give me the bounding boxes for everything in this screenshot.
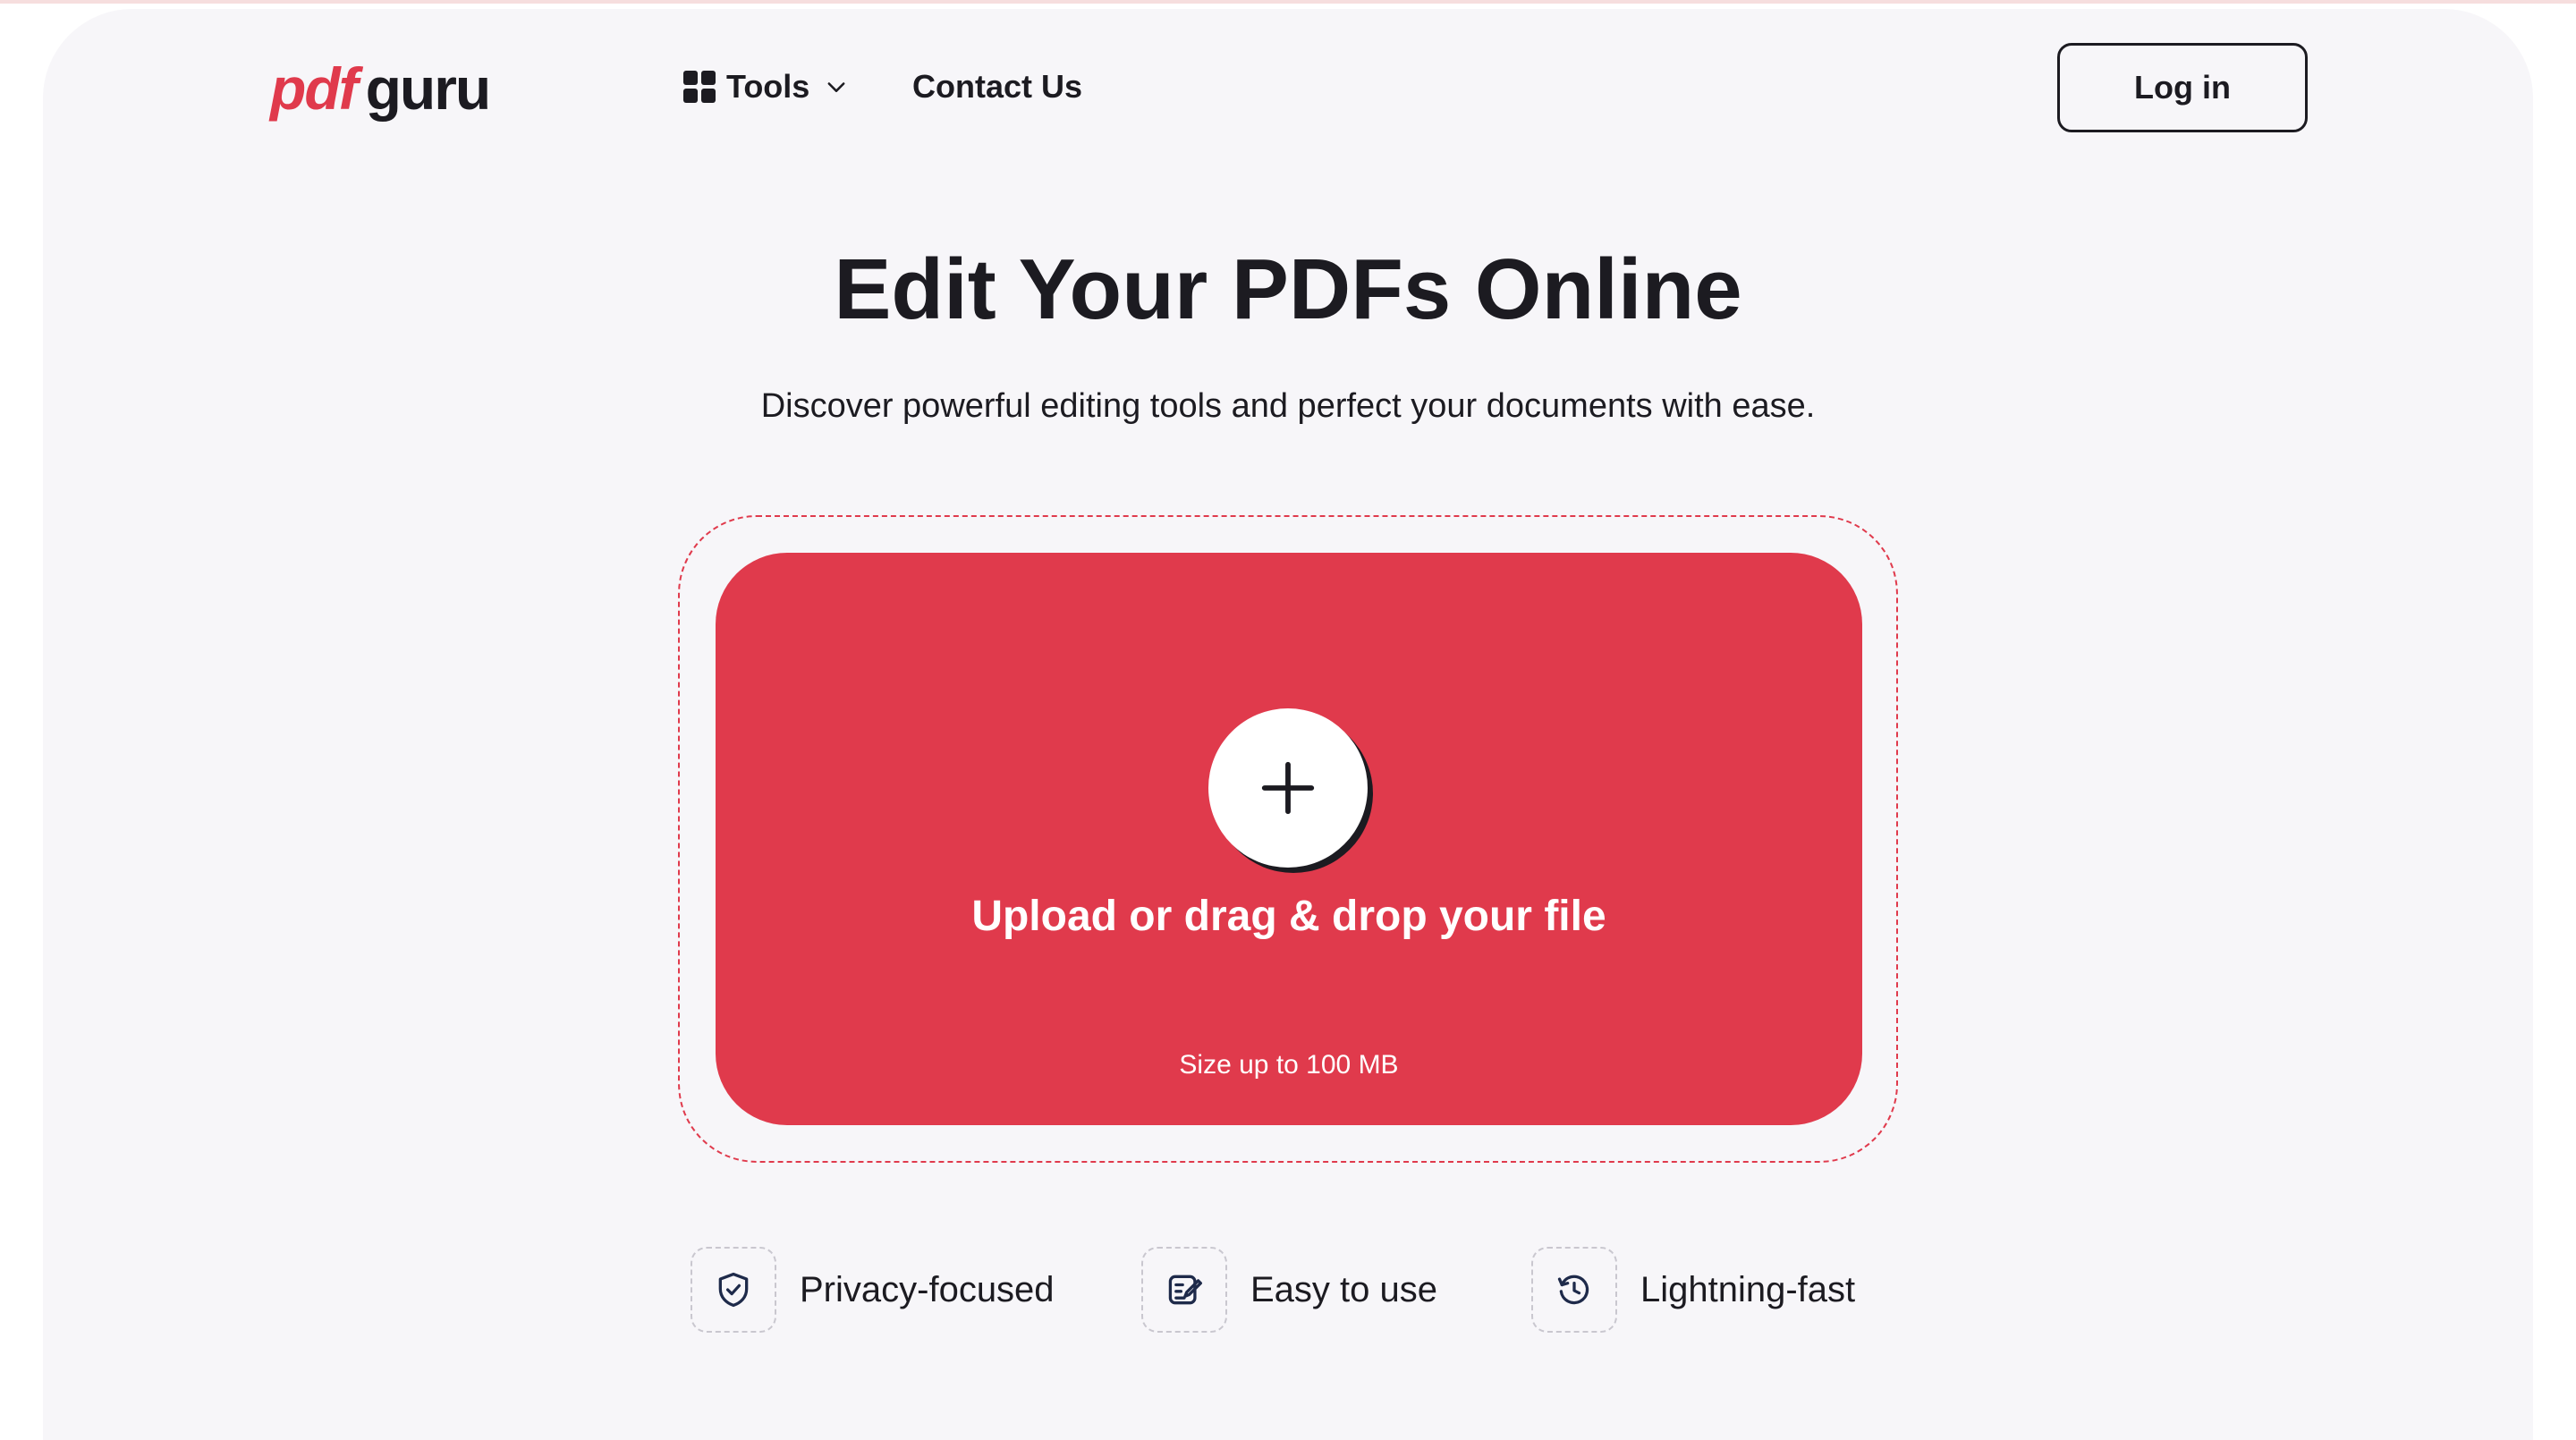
shield-check-icon (718, 1272, 749, 1308)
page-subtitle: Discover powerful editing tools and perf… (760, 387, 1816, 425)
feature-easy: Easy to use (1141, 1247, 1437, 1333)
logo-guru: guru (365, 55, 492, 122)
upload-size-note: Size up to 100 MB (1179, 1050, 1399, 1080)
feature-label: Privacy-focused (800, 1269, 1055, 1309)
login-button[interactable]: Log in (2057, 43, 2308, 132)
feature-privacy: Privacy-focused (691, 1247, 1055, 1333)
feature-icon-box (1141, 1247, 1227, 1333)
feature-icon-box (691, 1247, 776, 1333)
feature-label: Lightning-fast (1640, 1269, 1856, 1309)
nav-contact-us[interactable]: Contact Us (912, 64, 1082, 109)
plus-icon (1261, 761, 1315, 815)
chevron-down-icon (827, 82, 845, 92)
nav-tools-label: Tools (726, 68, 810, 105)
feature-label: Easy to use (1250, 1269, 1438, 1309)
page-title: Edit Your PDFs Online (834, 241, 1742, 337)
grid-icon (683, 71, 716, 103)
clock-history-icon (1557, 1275, 1589, 1305)
top-accent-line (0, 0, 2576, 4)
logo[interactable]: pdf guru (270, 55, 492, 122)
feature-fast: Lightning-fast (1531, 1247, 1855, 1333)
logo-pdf: pdf (270, 55, 359, 122)
nav-tools-menu[interactable]: Tools (683, 64, 849, 109)
upload-label: Upload or drag & drop your file (971, 893, 1606, 940)
edit-note-icon (1168, 1275, 1202, 1305)
upload-button[interactable] (1208, 708, 1368, 868)
feature-icon-box (1531, 1247, 1617, 1333)
